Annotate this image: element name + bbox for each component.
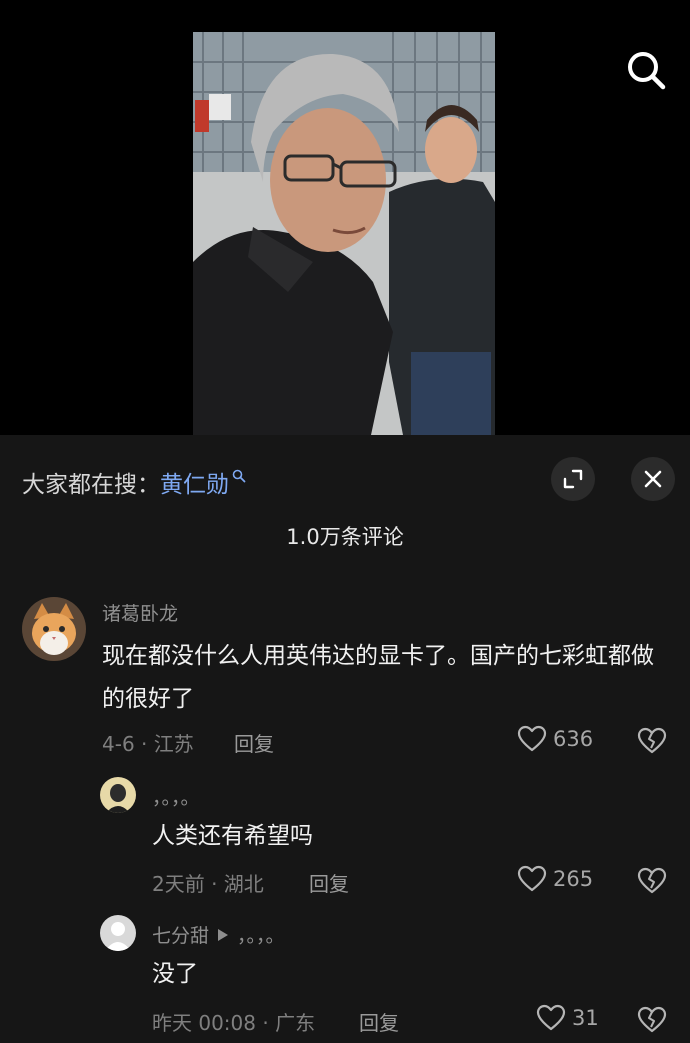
video-frame[interactable] — [193, 32, 495, 435]
close-icon — [644, 470, 662, 488]
reply-item: 七分甜 ，。，。 没了 昨天 00:08 · 广东 回复 31 — [0, 913, 690, 1043]
avatar[interactable] — [22, 597, 86, 661]
like-button[interactable]: 265 — [517, 865, 593, 893]
comment-meta: 昨天 00:08 · 广东 — [152, 1011, 316, 1035]
heart-icon — [517, 725, 547, 752]
comment-text: 现在都没什么人用英伟达的显卡了。国产的七彩虹都做的很好了 — [102, 643, 654, 712]
heart-icon — [536, 1004, 566, 1031]
comment-text: 人类还有希望吗 — [152, 823, 313, 849]
dislike-button[interactable] — [637, 1006, 667, 1038]
trending-prefix: 大家都在搜： — [22, 472, 160, 498]
reply-arrow-icon — [218, 928, 229, 941]
reply-button[interactable]: 回复 — [309, 868, 349, 897]
reply-item: ，。，。 人类还有希望吗 2天前 · 湖北 回复 265 — [0, 773, 690, 911]
cat-avatar-icon — [22, 597, 86, 661]
trending-keyword[interactable]: 黄仁勋 — [160, 465, 229, 499]
reply-header: 七分甜 ，。，。 — [152, 921, 285, 948]
comment-count: 1.0万条评论 — [286, 525, 404, 549]
comment-meta: 4-6 · 江苏 — [102, 732, 194, 756]
like-button[interactable]: 31 — [536, 1004, 599, 1032]
expand-button[interactable] — [551, 457, 595, 501]
username[interactable]: 七分甜 — [152, 921, 209, 948]
reply-button[interactable]: 回复 — [234, 728, 274, 757]
comment-panel: 大家都在搜： 黄仁勋 1.0万条评论 诸葛卧龙 现在都没什么人用英伟达的显卡了。… — [0, 435, 690, 1043]
heart-icon — [517, 865, 547, 892]
search-icon — [628, 52, 666, 90]
username[interactable]: 诸葛卧龙 — [102, 599, 178, 626]
broken-heart-icon — [637, 1006, 667, 1033]
avatar[interactable] — [100, 915, 136, 951]
trending-search[interactable]: 大家都在搜： 黄仁勋 — [22, 465, 246, 499]
comment-item: 诸葛卧龙 现在都没什么人用英伟达的显卡了。国产的七彩虹都做的很好了 4-6 · … — [0, 593, 690, 773]
close-button[interactable] — [631, 457, 675, 501]
like-count: 265 — [553, 867, 594, 891]
video-area[interactable] — [0, 0, 690, 435]
like-count: 31 — [572, 1006, 599, 1030]
broken-heart-icon — [637, 727, 667, 754]
search-button[interactable] — [624, 48, 668, 92]
reply-button[interactable]: 回复 — [359, 1007, 399, 1036]
default-avatar-icon — [100, 915, 136, 951]
expand-icon — [563, 469, 583, 489]
dislike-button[interactable] — [637, 867, 667, 899]
video-still — [193, 32, 495, 435]
reply-to-username[interactable]: ，。，。 — [237, 921, 285, 948]
dislike-button[interactable] — [637, 727, 667, 759]
like-count: 636 — [553, 727, 594, 751]
avatar[interactable] — [100, 777, 136, 813]
comment-meta: 2天前 · 湖北 — [152, 872, 264, 896]
portrait-avatar-icon — [100, 777, 136, 813]
broken-heart-icon — [637, 867, 667, 894]
comment-text: 没了 — [152, 961, 198, 987]
mini-search-icon — [232, 469, 246, 483]
username[interactable]: ，。，。 — [152, 783, 200, 810]
like-button[interactable]: 636 — [517, 725, 593, 753]
